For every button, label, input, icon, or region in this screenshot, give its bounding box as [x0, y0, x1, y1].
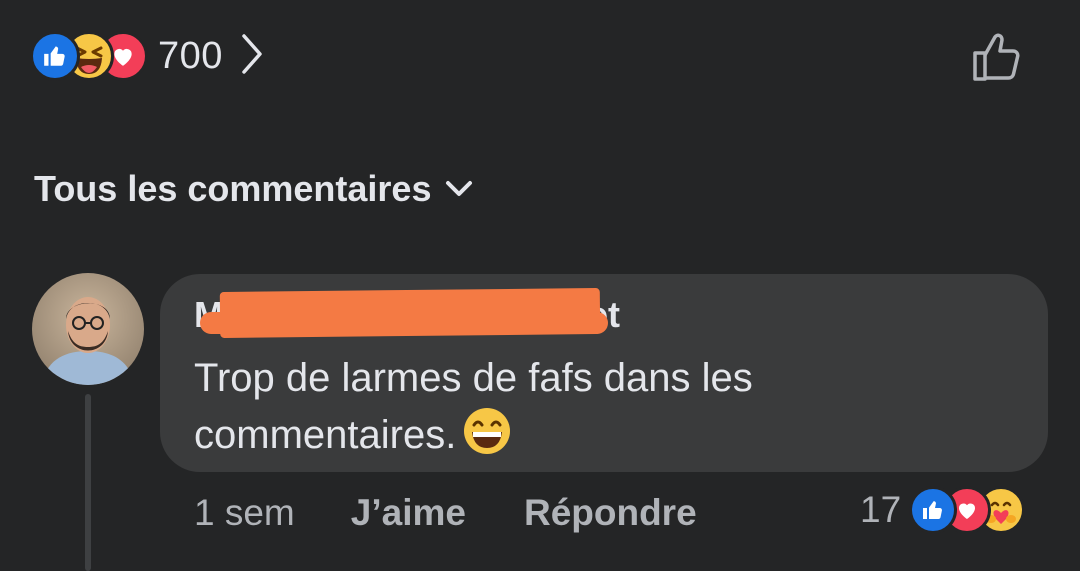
- like-reaction-icon: [30, 31, 80, 81]
- comment-reactions-count: 17: [860, 489, 902, 530]
- comment-timestamp[interactable]: 1 sem: [194, 492, 295, 534]
- comment-actions: 1 sem J’aime Répondre: [194, 492, 697, 534]
- comment-like-button[interactable]: J’aime: [351, 492, 466, 534]
- thread-line: [85, 394, 91, 571]
- redaction-mark: [200, 312, 608, 334]
- comment-reply-button[interactable]: Répondre: [524, 492, 697, 534]
- grinning-face-emoji-icon: [462, 406, 512, 471]
- avatar[interactable]: [32, 273, 144, 385]
- thumbs-up-outline-icon: [969, 29, 1025, 90]
- comments-filter-label: Tous les commentaires: [34, 168, 432, 209]
- reactions-total-count: 700: [158, 34, 223, 77]
- comment-reactions-summary[interactable]: 17: [860, 484, 1026, 536]
- comments-filter-dropdown[interactable]: Tous les commentaires: [34, 168, 473, 210]
- post-like-button[interactable]: [965, 28, 1029, 90]
- chevron-down-icon: [445, 180, 473, 203]
- like-reaction-icon: [909, 486, 958, 534]
- comment-text: Trop de larmes de fafs dans les commenta…: [194, 350, 1014, 471]
- chevron-right-icon: [239, 32, 265, 81]
- post-reactions-summary[interactable]: 700: [30, 28, 265, 84]
